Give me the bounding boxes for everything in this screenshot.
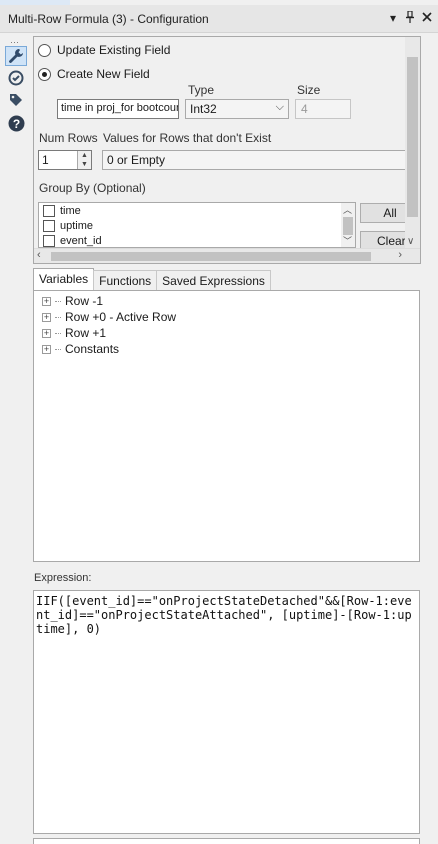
missing-rows-label: Values for Rows that don't Exist	[103, 131, 272, 145]
group-by-list: time uptime event_id ︿ ﹀	[38, 202, 356, 248]
annotation-button[interactable]	[5, 68, 27, 88]
create-new-radio[interactable]	[38, 67, 51, 81]
scroll-left-icon[interactable]: ‹	[37, 249, 41, 261]
scroll-down-icon[interactable]: ∨	[407, 236, 414, 247]
scroll-up-icon[interactable]: ︿	[343, 203, 352, 216]
decrement-icon[interactable]: ▼	[78, 160, 91, 169]
group-by-scrollbar[interactable]: ︿ ﹀	[341, 203, 355, 247]
missing-rows-select[interactable]: 0 or Empty	[102, 150, 420, 170]
tag-icon	[10, 94, 22, 106]
scroll-right-icon[interactable]: ›	[398, 249, 402, 261]
update-existing-option[interactable]: Update Existing Field	[38, 43, 170, 57]
bottom-panel-edge	[33, 838, 420, 844]
chevron-down-icon: ⌵	[275, 101, 284, 113]
group-by-item[interactable]: time	[43, 205, 81, 217]
checkbox[interactable]	[43, 205, 55, 217]
scroll-thumb[interactable]	[51, 252, 371, 261]
target-icon	[8, 70, 24, 86]
tab-saved-expressions[interactable]: Saved Expressions	[156, 270, 271, 290]
expand-icon[interactable]: +	[42, 296, 51, 306]
expand-icon[interactable]: +	[42, 312, 51, 322]
size-label: Size	[297, 83, 321, 97]
tab-functions[interactable]: Functions	[93, 270, 158, 290]
checkbox[interactable]	[43, 220, 55, 232]
tool-sidebar: ⋯ ?	[0, 34, 32, 264]
group-by-item[interactable]: uptime	[43, 220, 93, 232]
tag-button[interactable]	[5, 90, 27, 110]
tab-bar: Variables Functions Saved Expressions	[33, 268, 271, 290]
group-by-field-label: uptime	[60, 220, 94, 232]
stepper-buttons[interactable]: ▲ ▼	[77, 151, 91, 169]
group-by-label: Group By (Optional)	[39, 181, 146, 195]
expression-editor[interactable]: IIF([event_id]=="onProjectStateDetached"…	[33, 590, 420, 834]
help-button[interactable]: ?	[5, 113, 27, 133]
help-icon: ?	[8, 115, 24, 131]
tab-variables[interactable]: Variables	[33, 268, 95, 290]
group-by-item[interactable]: event_id	[43, 235, 102, 247]
num-rows-stepper[interactable]: 1 ▲ ▼	[38, 150, 92, 170]
tree-item-label: Row +1	[65, 326, 107, 340]
window-title: Multi-Row Formula (3) - Configuration	[8, 12, 209, 26]
config-horizontal-scrollbar[interactable]: ‹ ›	[34, 248, 420, 263]
new-field-name-input[interactable]: time in proj_for bootcount	[57, 99, 179, 119]
tree-item-label: Constants	[65, 342, 120, 356]
tree-item-label: Row -1	[65, 294, 104, 308]
update-existing-label: Update Existing Field	[57, 43, 171, 57]
configuration-panel: Multi-Row Formula (3) - Configuration ▾ …	[0, 0, 438, 844]
checkbox[interactable]	[43, 235, 55, 247]
num-rows-label: Num Rows	[39, 131, 98, 145]
tree-item-row-plus-1[interactable]: + Row +1	[42, 326, 106, 340]
configuration-wrench-button[interactable]	[5, 46, 27, 66]
type-select-value: Int32	[190, 102, 217, 116]
missing-rows-value: 0 or Empty	[107, 153, 166, 167]
title-controls: ▾	[388, 10, 432, 26]
wrench-icon	[9, 49, 23, 63]
config-vertical-scrollbar[interactable]: ∨	[405, 37, 420, 249]
num-rows-value: 1	[42, 153, 49, 167]
type-select[interactable]: Int32 ⌵	[185, 99, 289, 119]
pin-icon[interactable]	[405, 10, 415, 26]
size-input: 4	[295, 99, 351, 119]
tree-item-constants[interactable]: + Constants	[42, 342, 119, 356]
expand-icon[interactable]: +	[42, 344, 51, 354]
increment-icon[interactable]: ▲	[78, 151, 91, 160]
scroll-down-icon[interactable]: ﹀	[343, 234, 352, 247]
title-bar: Multi-Row Formula (3) - Configuration ▾	[0, 5, 438, 33]
dropdown-icon[interactable]: ▾	[388, 11, 398, 26]
group-by-field-label: event_id	[60, 235, 102, 247]
scroll-thumb[interactable]	[407, 57, 418, 217]
svg-text:?: ?	[12, 117, 19, 131]
update-existing-radio[interactable]	[38, 43, 51, 57]
variables-tree: + Row -1 + Row +0 - Active Row + Row +1 …	[33, 290, 420, 562]
expand-icon[interactable]: +	[42, 328, 51, 338]
tree-item-label: Row +0 - Active Row	[65, 310, 177, 324]
type-label: Type	[188, 83, 215, 97]
tree-item-row-minus-1[interactable]: + Row -1	[42, 294, 103, 308]
tree-item-row-0[interactable]: + Row +0 - Active Row	[42, 310, 176, 324]
group-by-field-label: time	[60, 205, 81, 217]
close-icon[interactable]	[422, 11, 432, 26]
expression-label: Expression:	[34, 572, 92, 584]
scroll-thumb[interactable]	[343, 217, 353, 235]
create-new-label: Create New Field	[57, 67, 150, 81]
create-new-option[interactable]: Create New Field	[38, 67, 150, 81]
config-area: Update Existing Field Create New Field T…	[33, 36, 421, 264]
